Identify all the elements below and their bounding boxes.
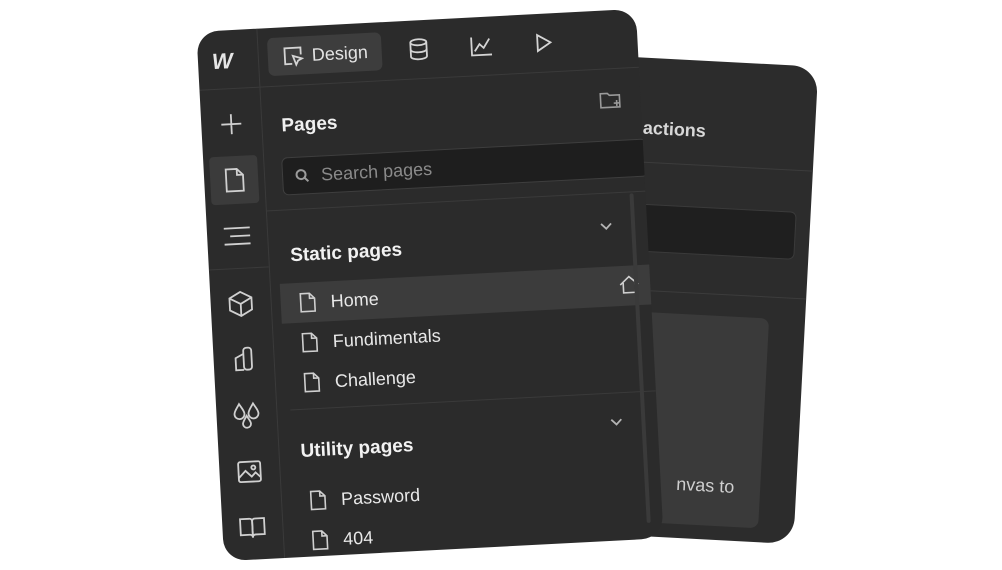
- search-pages-field[interactable]: [281, 138, 649, 196]
- section-static-pages[interactable]: Static pages: [290, 239, 403, 267]
- divider: [265, 190, 646, 212]
- add-icon: [221, 114, 242, 135]
- navigator-button[interactable]: [212, 211, 262, 261]
- pages-panel-card: W Design Pages Search pages Static pages…: [196, 8, 664, 562]
- add-elements-button[interactable]: [206, 99, 256, 149]
- navigator-icon: [223, 226, 251, 246]
- section-utility-pages[interactable]: Utility pages: [300, 435, 414, 463]
- page-name: Home: [330, 288, 380, 311]
- panel-title: Pages: [280, 112, 338, 137]
- cursor-square-icon: [283, 46, 305, 68]
- style-manager-icon: [234, 346, 253, 372]
- docs-icon: [239, 517, 266, 538]
- page-icon: [299, 292, 317, 313]
- page-name: 404: [342, 526, 374, 549]
- pages-button[interactable]: [209, 154, 260, 206]
- collapse-utility-pages[interactable]: [609, 414, 624, 433]
- tab-label: Design: [311, 41, 369, 65]
- database-icon: [409, 38, 428, 61]
- divider: [208, 266, 269, 271]
- interactions-title: actions: [642, 117, 707, 141]
- pages-panel: Pages Static pages Home Fund: [259, 67, 663, 558]
- search-input[interactable]: [318, 147, 624, 187]
- assets-icon: [237, 460, 262, 484]
- play-icon: [536, 33, 553, 53]
- webflow-logo: W: [211, 48, 232, 75]
- search-icon: [295, 169, 310, 182]
- page-icon: [303, 372, 321, 393]
- page-icon: [311, 530, 329, 551]
- variables-button[interactable]: [221, 391, 271, 441]
- page-name: Fundimentals: [332, 325, 442, 351]
- docs-button[interactable]: [227, 502, 277, 552]
- page-name: Password: [340, 484, 421, 509]
- chevron-down-icon: [600, 222, 612, 230]
- add-folder-button[interactable]: [598, 90, 623, 116]
- page-name: Challenge: [334, 366, 417, 391]
- tab-design[interactable]: Design: [266, 32, 383, 77]
- divider: [199, 86, 260, 91]
- page-icon: [309, 490, 327, 511]
- tab-cms[interactable]: [407, 30, 431, 69]
- page-icon: [224, 168, 245, 193]
- folder-plus-icon: [599, 92, 621, 109]
- analytics-icon: [470, 37, 493, 57]
- chevron-down-icon: [610, 418, 622, 426]
- collapse-static-pages[interactable]: [599, 218, 614, 237]
- components-icon: [228, 290, 253, 317]
- components-button[interactable]: [216, 279, 266, 329]
- style-manager-button[interactable]: [218, 335, 268, 385]
- assets-button[interactable]: [224, 446, 274, 496]
- tab-preview[interactable]: [532, 23, 554, 62]
- hint-text: nvas to: [675, 473, 735, 497]
- variables-icon: [233, 401, 260, 429]
- page-icon: [301, 332, 319, 353]
- tab-insights[interactable]: [469, 26, 495, 65]
